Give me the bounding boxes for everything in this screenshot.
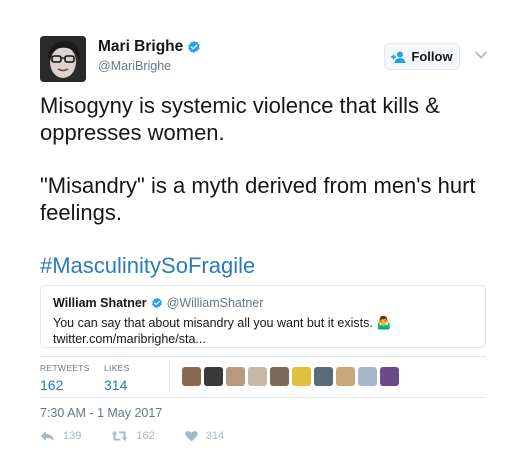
hashtag-link[interactable]: #MasculinitySoFragile <box>40 253 255 278</box>
chevron-down-icon[interactable] <box>474 48 488 62</box>
liker-avatar[interactable] <box>248 367 267 386</box>
likes-stat-value: 314 <box>104 377 128 393</box>
liker-avatar[interactable] <box>204 367 223 386</box>
liker-avatar[interactable] <box>314 367 333 386</box>
liker-avatar[interactable] <box>270 367 289 386</box>
likes-stat[interactable]: LIKES 314 <box>104 363 130 393</box>
follow-button[interactable]: Follow <box>384 43 460 70</box>
liker-avatar[interactable] <box>380 367 399 386</box>
retweet-button[interactable]: 162 <box>111 430 155 442</box>
verified-badge-icon <box>188 40 201 54</box>
liker-avatar[interactable] <box>358 367 377 386</box>
tweet-actions: 139 162 314 <box>40 430 254 442</box>
retweet-icon <box>111 431 128 441</box>
stats-divider <box>169 361 170 393</box>
liker-avatar[interactable] <box>182 367 201 386</box>
user-handle[interactable]: @MariBrighe <box>98 59 201 73</box>
tweet-timestamp[interactable]: 7:30 AM - 1 May 2017 <box>40 406 162 420</box>
liker-avatar[interactable] <box>336 367 355 386</box>
tweet-paragraph-2: "Misandry" is a myth derived from men's … <box>40 173 476 225</box>
retweets-stat-label: RETWEETS <box>40 363 90 373</box>
display-name-row[interactable]: Mari Brighe <box>98 38 201 56</box>
likes-stat-label: LIKES <box>104 363 130 373</box>
liker-avatar[interactable] <box>226 367 245 386</box>
liker-avatar[interactable] <box>292 367 311 386</box>
user-info: Mari Brighe @MariBrighe <box>98 38 201 73</box>
retweets-stat[interactable]: RETWEETS 162 <box>40 363 90 393</box>
retweet-count: 162 <box>136 430 155 442</box>
heart-icon <box>185 431 198 442</box>
display-name[interactable]: Mari Brighe <box>98 38 183 56</box>
verified-badge-icon <box>151 297 162 309</box>
reply-count: 139 <box>63 430 82 442</box>
quoted-tweet-text: You can say that about misandry all you … <box>53 316 392 346</box>
quoted-user-handle: @WilliamShatner <box>166 296 264 310</box>
like-button[interactable]: 314 <box>185 430 224 442</box>
avatar[interactable] <box>40 36 86 82</box>
avatar-image <box>40 36 86 82</box>
retweets-stat-value: 162 <box>40 377 64 393</box>
quoted-tweet[interactable]: William Shatner @WilliamShatner You can … <box>40 285 486 348</box>
like-count: 314 <box>205 430 225 442</box>
quoted-tweet-header: William Shatner @WilliamShatner <box>53 295 473 311</box>
reply-button[interactable]: 139 <box>40 430 81 442</box>
follow-person-plus-icon <box>391 51 406 63</box>
liker-avatars <box>182 367 399 386</box>
tweet-text: Misogyny is systemic violence that kills… <box>40 92 500 279</box>
follow-button-label: Follow <box>411 49 453 64</box>
reply-icon <box>41 431 54 441</box>
quoted-user-name: William Shatner <box>53 296 147 310</box>
tweet-stats: RETWEETS 162 LIKES 314 <box>40 356 486 398</box>
tweet-paragraph-1: Misogyny is systemic violence that kills… <box>40 93 440 145</box>
